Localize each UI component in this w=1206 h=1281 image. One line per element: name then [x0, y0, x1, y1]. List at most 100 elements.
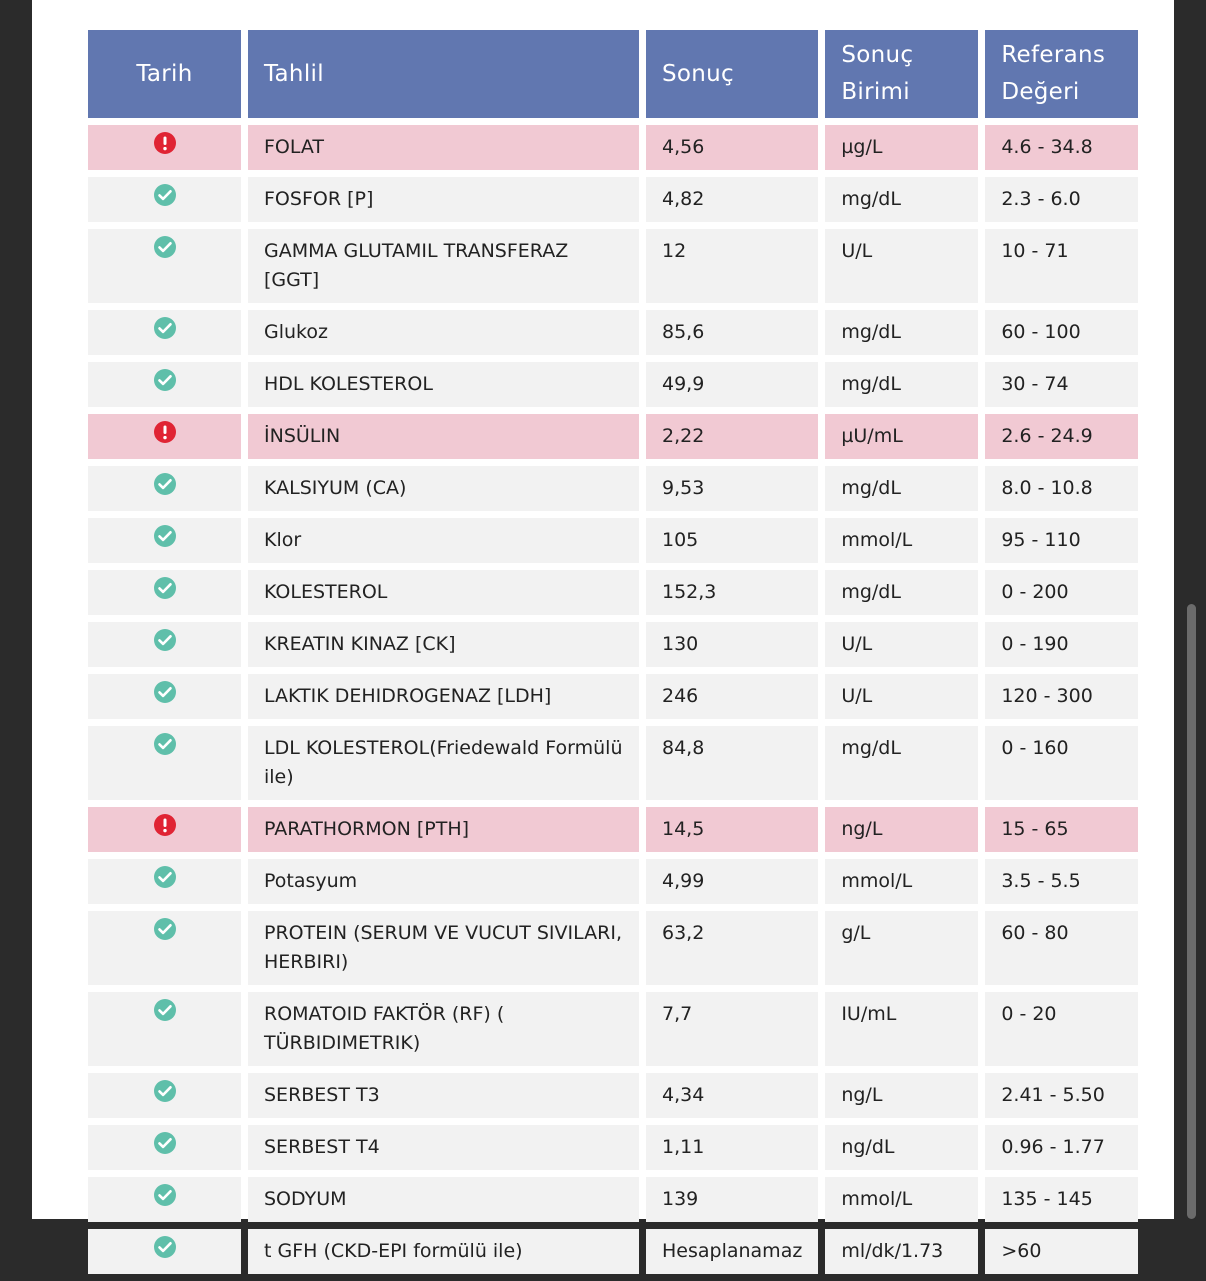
result-cell: 4,99	[646, 859, 819, 904]
unit-cell: mmol/L	[825, 859, 979, 904]
result-cell: 85,6	[646, 310, 819, 355]
unit-cell: mg/dL	[825, 726, 979, 800]
test-name-cell: KOLESTEROL	[248, 570, 639, 615]
test-name-cell: FOLAT	[248, 125, 639, 170]
test-name-cell: SERBEST T3	[248, 1073, 639, 1118]
result-cell: 139	[646, 1177, 819, 1222]
check-circle-icon	[153, 525, 177, 553]
test-name-cell: KREATIN KINAZ [CK]	[248, 622, 639, 667]
unit-cell: mmol/L	[825, 518, 979, 563]
table-row: HDL KOLESTEROL 49,9 mg/dL 30 - 74	[88, 362, 1139, 407]
result-cell: 9,53	[646, 466, 819, 511]
reference-cell: 0 - 20	[985, 992, 1139, 1066]
reference-cell: 15 - 65	[985, 807, 1139, 852]
table-row: LDL KOLESTEROL(Friedewald Formülü ile) 84…	[88, 726, 1139, 800]
reference-cell: 0 - 190	[985, 622, 1139, 667]
test-name-cell: Klor	[248, 518, 639, 563]
unit-cell: U/L	[825, 622, 979, 667]
table-row: İNSÜLIN 2,22 µU/mL 2.6 - 24.9	[88, 414, 1139, 459]
status-cell	[88, 859, 241, 904]
table-row: KALSIYUM (CA) 9,53 mg/dL 8.0 - 10.8	[88, 466, 1139, 511]
reference-cell: 60 - 100	[985, 310, 1139, 355]
reference-cell: 120 - 300	[985, 674, 1139, 719]
test-name-cell: PARATHORMON [PTH]	[248, 807, 639, 852]
lab-results-table: Tarih Tahlil Sonuç Sonuç Birimi Referans…	[81, 23, 1145, 1281]
check-circle-icon	[153, 369, 177, 397]
status-cell	[88, 1177, 241, 1222]
unit-cell: mmol/L	[825, 1177, 979, 1222]
header-result: Sonuç	[646, 30, 819, 118]
unit-cell: U/L	[825, 674, 979, 719]
check-circle-icon	[153, 473, 177, 501]
table-row: Klor 105 mmol/L 95 - 110	[88, 518, 1139, 563]
result-cell: 152,3	[646, 570, 819, 615]
status-cell	[88, 807, 241, 852]
unit-cell: µg/L	[825, 125, 979, 170]
check-circle-icon	[153, 184, 177, 212]
reference-cell: 2.3 - 6.0	[985, 177, 1139, 222]
test-name-cell: LAKTIK DEHIDROGENAZ [LDH]	[248, 674, 639, 719]
table-row: Potasyum 4,99 mmol/L 3.5 - 5.5	[88, 859, 1139, 904]
status-cell	[88, 726, 241, 800]
header-reference: Referans Değeri	[985, 30, 1139, 118]
reference-cell: >60	[985, 1229, 1139, 1274]
result-cell: Hesaplanamaz	[646, 1229, 819, 1274]
status-cell	[88, 518, 241, 563]
check-circle-icon	[153, 236, 177, 264]
table-row: FOLAT 4,56 µg/L 4.6 - 34.8	[88, 125, 1139, 170]
report-page: Tarih Tahlil Sonuç Sonuç Birimi Referans…	[32, 0, 1174, 1274]
table-header-row: Tarih Tahlil Sonuç Sonuç Birimi Referans…	[88, 30, 1139, 118]
reference-cell: 2.41 - 5.50	[985, 1073, 1139, 1118]
alert-icon	[153, 814, 177, 842]
table-row: PARATHORMON [PTH] 14,5 ng/L 15 - 65	[88, 807, 1139, 852]
reference-cell: 135 - 145	[985, 1177, 1139, 1222]
status-cell	[88, 911, 241, 985]
result-cell: 12	[646, 229, 819, 303]
unit-cell: mg/dL	[825, 310, 979, 355]
test-name-cell: KALSIYUM (CA)	[248, 466, 639, 511]
result-cell: 49,9	[646, 362, 819, 407]
result-cell: 63,2	[646, 911, 819, 985]
unit-cell: mg/dL	[825, 466, 979, 511]
status-cell	[88, 125, 241, 170]
test-name-cell: FOSFOR [P]	[248, 177, 639, 222]
reference-cell: 95 - 110	[985, 518, 1139, 563]
check-circle-icon	[153, 577, 177, 605]
check-circle-icon	[153, 733, 177, 761]
table-row: SODYUM 139 mmol/L 135 - 145	[88, 1177, 1139, 1222]
alert-icon	[153, 421, 177, 449]
unit-cell: g/L	[825, 911, 979, 985]
unit-cell: ml/dk/1.73	[825, 1229, 979, 1274]
reference-cell: 3.5 - 5.5	[985, 859, 1139, 904]
result-cell: 84,8	[646, 726, 819, 800]
check-circle-icon	[153, 1236, 177, 1264]
alert-icon	[153, 132, 177, 160]
reference-cell: 10 - 71	[985, 229, 1139, 303]
reference-cell: 2.6 - 24.9	[985, 414, 1139, 459]
status-cell	[88, 1229, 241, 1274]
status-cell	[88, 466, 241, 511]
result-cell: 246	[646, 674, 819, 719]
scrollbar-thumb[interactable]	[1187, 604, 1196, 1219]
test-name-cell: HDL KOLESTEROL	[248, 362, 639, 407]
check-circle-icon	[153, 1132, 177, 1160]
table-row: Glukoz 85,6 mg/dL 60 - 100	[88, 310, 1139, 355]
table-row: SERBEST T3 4,34 ng/L 2.41 - 5.50	[88, 1073, 1139, 1118]
table-row: KOLESTEROL 152,3 mg/dL 0 - 200	[88, 570, 1139, 615]
test-name-cell: LDL KOLESTEROL(Friedewald Formülü ile)	[248, 726, 639, 800]
table-row: ROMATOID FAKTÖR (RF) ( TÜRBIDIMETRIK) 7,7…	[88, 992, 1139, 1066]
unit-cell: IU/mL	[825, 992, 979, 1066]
test-name-cell: PROTEIN (SERUM VE VUCUT SIVILARI, HERBIR…	[248, 911, 639, 985]
unit-cell: ng/dL	[825, 1125, 979, 1170]
status-cell	[88, 1073, 241, 1118]
result-cell: 105	[646, 518, 819, 563]
reference-cell: 30 - 74	[985, 362, 1139, 407]
result-cell: 4,34	[646, 1073, 819, 1118]
result-cell: 1,11	[646, 1125, 819, 1170]
check-circle-icon	[153, 317, 177, 345]
result-cell: 14,5	[646, 807, 819, 852]
header-test: Tahlil	[248, 30, 639, 118]
table-row: GAMMA GLUTAMIL TRANSFERAZ [GGT] 12 U/L 10 -…	[88, 229, 1139, 303]
unit-cell: mg/dL	[825, 570, 979, 615]
unit-cell: mg/dL	[825, 177, 979, 222]
